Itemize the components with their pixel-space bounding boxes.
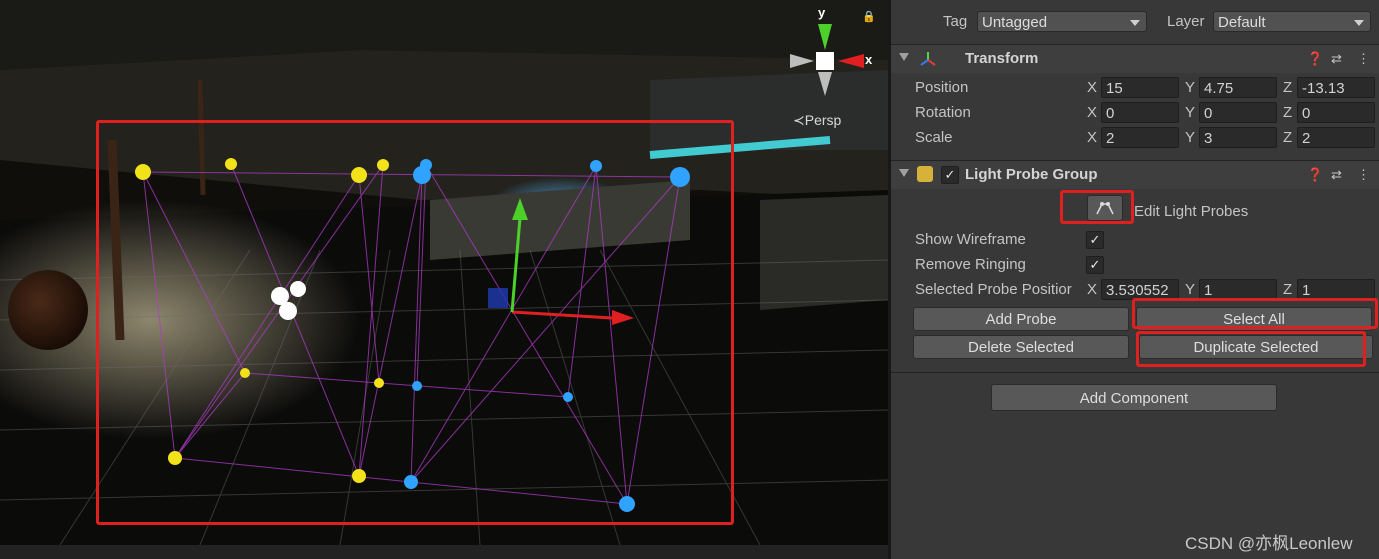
watermark: CSDN @亦枫Leonlew: [1185, 534, 1353, 553]
scene-bottom-bar: [0, 545, 888, 559]
selected-probe-y-field[interactable]: 1: [1199, 279, 1277, 300]
selected-probe-position-label: Selected Probe Positior: [915, 281, 1072, 298]
axis-x-label[interactable]: X: [1087, 129, 1097, 146]
light-probe-selected[interactable]: [290, 281, 306, 297]
wall-panel: [650, 70, 888, 150]
light-probe-yellow[interactable]: [168, 451, 182, 465]
show-wireframe-checkbox[interactable]: ✓: [1086, 231, 1104, 249]
light-probe-selected[interactable]: [279, 302, 297, 320]
axis-z-label[interactable]: Z: [1283, 104, 1292, 121]
light-probe-group-icon: [917, 166, 933, 182]
axis-x-label[interactable]: X: [1087, 79, 1097, 96]
gizmo-plane-handle[interactable]: [488, 288, 508, 308]
scene-view[interactable]: y x ≺Persp 🔒: [0, 0, 888, 559]
component-divider: [891, 372, 1379, 373]
presets-icon[interactable]: ⇄: [1331, 51, 1342, 67]
presets-icon[interactable]: ⇄: [1331, 167, 1342, 183]
position-y-field[interactable]: 4.75: [1199, 77, 1277, 98]
layer-value: Default: [1218, 14, 1266, 31]
selected-probe-z-field[interactable]: 1: [1297, 279, 1375, 300]
edit-light-probes-button[interactable]: [1087, 195, 1123, 221]
scene-canvas[interactable]: [0, 0, 888, 559]
transform-title: Transform: [965, 50, 1039, 67]
light-probe-yellow[interactable]: [352, 469, 366, 483]
delete-selected-button[interactable]: Delete Selected: [913, 335, 1129, 359]
light-probe-blue[interactable]: [404, 475, 418, 489]
edit-light-probes-label: Edit Light Probes: [1134, 203, 1249, 220]
tag-label: Tag: [943, 13, 968, 30]
edit-probes-icon: [1096, 202, 1114, 215]
axis-y-label[interactable]: Y: [1185, 281, 1195, 298]
axis-x-label[interactable]: X: [1087, 104, 1097, 121]
light-probe-blue[interactable]: [412, 381, 422, 391]
light-probe-yellow[interactable]: [374, 378, 384, 388]
light-probe-yellow[interactable]: [351, 167, 367, 183]
axis-x-label[interactable]: X: [1087, 281, 1098, 298]
help-icon[interactable]: ❓: [1307, 167, 1323, 183]
tag-dropdown[interactable]: Untagged: [977, 11, 1147, 32]
kebab-menu-icon[interactable]: ⋮: [1357, 51, 1370, 67]
inspector-panel: Tag Untagged Layer Default Transform ❓ ⇄…: [891, 0, 1379, 559]
add-component-button[interactable]: Add Component: [991, 384, 1277, 411]
duplicate-selected-button[interactable]: Duplicate Selected: [1139, 335, 1373, 359]
light-probe-blue[interactable]: [420, 159, 432, 171]
selected-probe-x-field[interactable]: 3.530552: [1101, 279, 1179, 300]
light-probe-yellow[interactable]: [377, 159, 389, 171]
gizmo-center-cube[interactable]: [816, 52, 834, 70]
help-icon[interactable]: ❓: [1307, 51, 1323, 67]
chevron-down-icon: [1130, 20, 1140, 26]
axis-z-label[interactable]: Z: [1283, 281, 1292, 298]
transform-icon: [920, 52, 936, 66]
foldout-arrow-icon[interactable]: [899, 53, 909, 61]
tag-value: Untagged: [982, 14, 1048, 31]
remove-ringing-checkbox[interactable]: ✓: [1086, 256, 1104, 274]
light-probe-yellow[interactable]: [225, 158, 237, 170]
kebab-menu-icon[interactable]: ⋮: [1357, 167, 1370, 183]
scale-x-field[interactable]: 2: [1101, 127, 1179, 148]
axis-y-label[interactable]: Y: [1185, 129, 1195, 146]
show-wireframe-label: Show Wireframe: [915, 231, 1026, 248]
light-probe-blue[interactable]: [563, 392, 573, 402]
foldout-arrow-icon[interactable]: [899, 169, 909, 177]
select-all-button[interactable]: Select All: [1136, 307, 1372, 331]
projection-label[interactable]: ≺Persp: [793, 112, 841, 129]
rotation-y-field[interactable]: 0: [1199, 102, 1277, 123]
position-label: Position: [915, 79, 969, 96]
scale-y-field[interactable]: 3: [1199, 127, 1277, 148]
transform-header[interactable]: Transform ❓ ⇄ ⋮: [891, 44, 1379, 73]
add-probe-button[interactable]: Add Probe: [913, 307, 1129, 331]
component-enabled-checkbox[interactable]: ✓: [941, 166, 959, 184]
scale-z-field[interactable]: 2: [1297, 127, 1375, 148]
light-probe-blue[interactable]: [670, 167, 690, 187]
rotation-x-field[interactable]: 0: [1101, 102, 1179, 123]
axis-y-label[interactable]: Y: [1185, 79, 1195, 96]
sphere-object: [8, 270, 88, 350]
position-x-field[interactable]: 15: [1101, 77, 1179, 98]
gizmo-x-label: x: [865, 52, 873, 67]
light-probe-yellow[interactable]: [240, 368, 250, 378]
light-probe-group-header[interactable]: ✓ Light Probe Group ❓ ⇄ ⋮: [891, 160, 1379, 189]
light-probe-yellow[interactable]: [135, 164, 151, 180]
light-probe-blue[interactable]: [619, 496, 635, 512]
position-z-field[interactable]: -13.13: [1297, 77, 1375, 98]
rotation-z-field[interactable]: 0: [1297, 102, 1375, 123]
axis-z-label[interactable]: Z: [1283, 79, 1292, 96]
chevron-down-icon: [1354, 20, 1364, 26]
axis-z-label[interactable]: Z: [1283, 129, 1292, 146]
side-block: [760, 195, 888, 310]
lock-icon[interactable]: 🔒: [862, 10, 876, 23]
gizmo-y-label: y: [818, 5, 826, 20]
scale-label: Scale: [915, 129, 953, 146]
rotation-label: Rotation: [915, 104, 971, 121]
light-probe-blue[interactable]: [590, 160, 602, 172]
layer-label: Layer: [1167, 13, 1205, 30]
axis-y-label[interactable]: Y: [1185, 104, 1195, 121]
layer-dropdown[interactable]: Default: [1213, 11, 1371, 32]
lamp-post: [197, 79, 206, 196]
remove-ringing-label: Remove Ringing: [915, 256, 1026, 273]
light-probe-group-title: Light Probe Group: [965, 166, 1098, 183]
